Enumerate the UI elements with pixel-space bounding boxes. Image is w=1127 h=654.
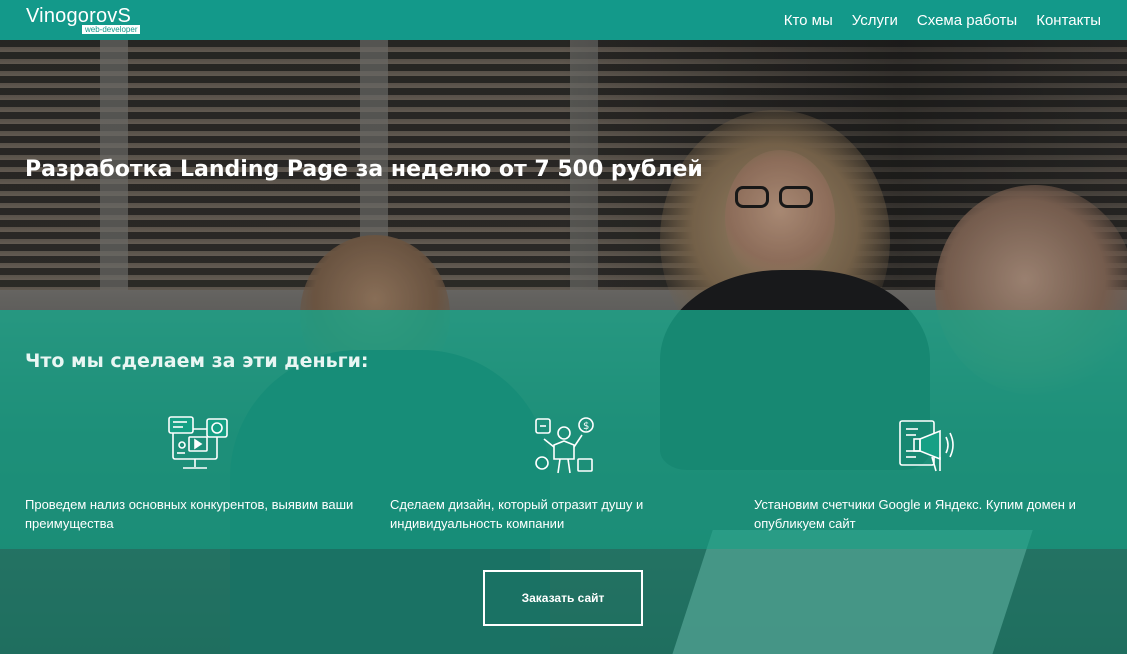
analytics-monitor-icon bbox=[167, 415, 231, 477]
feature-text: Проведем нализ основных конкурентов, выя… bbox=[25, 497, 354, 531]
megaphone-icon bbox=[896, 415, 960, 477]
logo[interactable]: VinogorovS web-developer bbox=[26, 4, 146, 34]
site-header: VinogorovS web-developer Кто мы Услуги С… bbox=[0, 0, 1127, 40]
hero-title: Разработка Landing Page за неделю от 7 5… bbox=[25, 157, 703, 182]
feature-text: Сделаем дизайн, который отразит душу и и… bbox=[390, 497, 644, 531]
nav-item-services[interactable]: Услуги bbox=[852, 12, 898, 29]
nav-item-contacts[interactable]: Контакты bbox=[1036, 12, 1101, 29]
logo-subtitle: web-developer bbox=[82, 25, 141, 34]
svg-text:$: $ bbox=[583, 421, 589, 432]
main-nav: Кто мы Услуги Схема работы Контакты bbox=[784, 0, 1101, 40]
features-title: Что мы сделаем за эти деньги: bbox=[25, 350, 369, 372]
order-site-button[interactable]: Заказать сайт bbox=[483, 570, 643, 626]
nav-item-workflow[interactable]: Схема работы bbox=[917, 12, 1017, 29]
designer-icon: $ bbox=[532, 415, 596, 477]
feature-text: Установим счетчики Google и Яндекс. Купи… bbox=[754, 497, 1076, 531]
nav-item-about[interactable]: Кто мы bbox=[784, 12, 833, 29]
